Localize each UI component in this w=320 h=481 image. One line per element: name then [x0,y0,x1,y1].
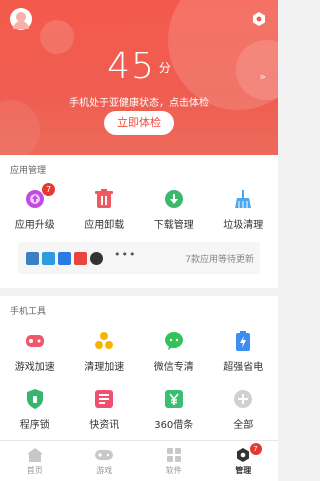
tab-label: 软件 [165,466,182,475]
item-label: 快资讯 [89,420,120,431]
battery-icon [232,330,254,352]
app-icon [42,252,55,265]
tab-label: 首页 [26,466,43,475]
plus-icon [232,388,254,410]
phone-tools-row-1: 游戏加速 清理加速 微信专清 超强省电 [0,330,278,373]
tab-software[interactable]: 软件 [139,441,209,481]
game-boost-item[interactable]: 游戏加速 [0,330,70,373]
app-management-section: 应用管理 7 应用升级 应用卸载 下载管理 垃圾清理 ••• 7款应用等待更新 [0,155,278,288]
apps-grid-icon [165,447,183,463]
gamepad-icon [95,447,114,463]
avatar[interactable] [10,8,32,30]
tab-manage[interactable]: 7 管理 [209,441,279,481]
phone-tools-row-2: 程序锁 快资讯 360借条 全部 [0,388,278,431]
game-icon [24,330,46,352]
section-title: 应用管理 [10,166,47,176]
broom-icon [232,188,254,210]
item-label: 360借条 [154,420,194,431]
health-header: 45 分 » 手机处于亚健康状态，点击体检 立即体检 [0,0,278,155]
tab-games[interactable]: 游戏 [70,441,140,481]
score-unit: 分 [158,61,171,75]
section-title: 手机工具 [10,307,47,317]
app-icon [58,252,71,265]
tab-label: 游戏 [96,466,113,475]
pending-updates-text: 7款应用等待更新 [185,255,254,265]
app-management-grid: 7 应用升级 应用卸载 下载管理 垃圾清理 [0,183,279,231]
item-label: 应用卸载 [84,220,125,231]
app-upgrade-item[interactable]: 7 应用升级 [0,183,70,231]
360-loan-icon [163,388,185,410]
news-icon [93,388,115,410]
score-value: 45 [107,46,155,87]
tab-label: 管理 [235,466,252,475]
settings-gear-icon[interactable] [252,12,266,26]
item-label: 应用升级 [14,220,55,231]
bottom-tab-bar: 首页 游戏 软件 7 管理 [0,440,278,481]
item-label: 游戏加速 [14,362,55,373]
power-saving-item[interactable]: 超强省电 [209,330,279,373]
app-icon [74,252,87,265]
item-label: 垃圾清理 [223,220,264,231]
health-status-text[interactable]: 手机处于亚健康状态，点击体检 [0,94,278,109]
download-icon [163,188,185,210]
360-loan-item[interactable]: 360借条 [139,388,209,431]
lock-icon [24,388,46,410]
manage-badge: 7 [249,443,262,455]
wechat-clean-item[interactable]: 微信专清 [139,330,209,373]
health-score: 45 分 [0,46,278,87]
update-count-badge: 7 [42,183,55,196]
fan-icon [93,330,115,352]
app-icon [90,252,103,265]
app-uninstall-item[interactable]: 应用卸载 [70,188,140,231]
item-label: 下载管理 [153,220,194,231]
more-dots-icon: ••• [114,248,137,261]
home-icon [26,447,44,463]
tab-home[interactable]: 首页 [0,441,70,481]
download-manager-item[interactable]: 下载管理 [139,188,209,231]
junk-clean-item[interactable]: 垃圾清理 [209,188,279,231]
app-icon [26,252,39,265]
item-label: 全部 [233,420,254,431]
check-now-button[interactable]: 立即体检 [104,111,174,135]
item-label: 微信专清 [153,362,194,373]
pending-updates-bar[interactable]: ••• 7款应用等待更新 [18,242,260,274]
app-lock-item[interactable]: 程序锁 [0,388,70,431]
double-chevron-right-icon[interactable]: » [259,70,266,83]
item-label: 清理加速 [84,362,125,373]
item-label: 超强省电 [223,362,264,373]
wechat-icon [163,330,185,352]
item-label: 程序锁 [19,420,50,431]
phone-tools-section: 手机工具 游戏加速 清理加速 微信专清 超强省电 程序锁 快资讯 360借条 全… [0,296,278,440]
all-tools-item[interactable]: 全部 [209,388,279,431]
quick-news-item[interactable]: 快资讯 [70,388,140,431]
clean-boost-item[interactable]: 清理加速 [70,330,140,373]
trash-icon [93,188,115,210]
